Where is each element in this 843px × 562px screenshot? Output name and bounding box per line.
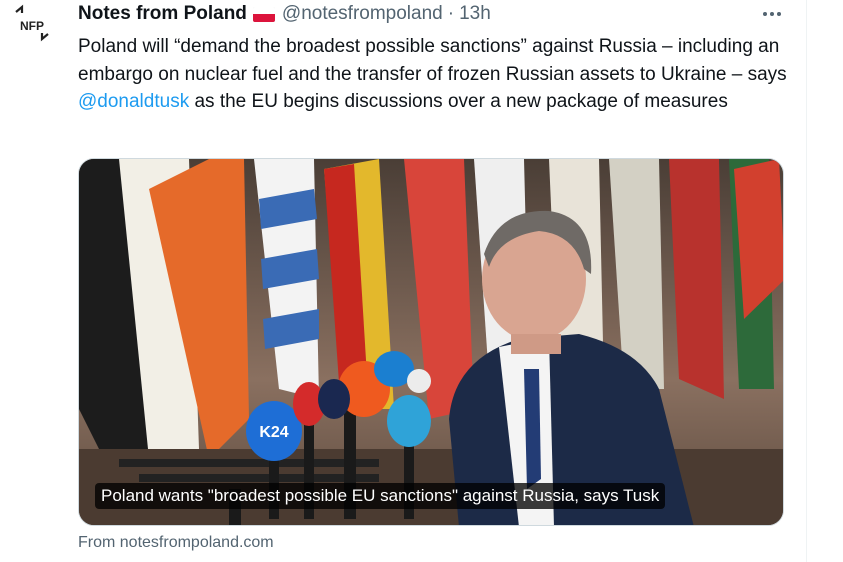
mention-link[interactable]: @donaldtusk: [78, 91, 189, 112]
tweet-text: Poland will “demand the broadest possibl…: [78, 33, 798, 116]
more-icon-dot: [777, 12, 781, 16]
news-photo: K24: [79, 159, 783, 525]
microphone-logo: K24: [259, 424, 288, 441]
media-card[interactable]: K24 Poland wants "broadest possible EU s…: [78, 158, 784, 526]
avatar-text: NFP: [20, 19, 44, 33]
avatar[interactable]: NFP: [10, 4, 54, 48]
more-icon: [763, 12, 767, 16]
nfp-logo: NFP: [15, 4, 49, 42]
tweet-time[interactable]: 13h: [459, 3, 491, 25]
separator: ·: [447, 3, 455, 24]
tweet-header: Notes from Poland @notesfrompoland · 13h: [78, 2, 491, 26]
author-handle[interactable]: @notesfrompoland: [282, 3, 443, 25]
timeline-border: [806, 0, 807, 562]
tweet-text-part: Poland will “demand the broadest possibl…: [78, 36, 787, 85]
tweet-text-part: as the EU begins discussions over a new …: [189, 91, 728, 112]
author-name[interactable]: Notes from Poland: [78, 3, 247, 25]
more-icon-dot: [770, 12, 774, 16]
media-caption: Poland wants "broadest possible EU sanct…: [95, 483, 666, 509]
poland-flag-icon: [252, 6, 275, 22]
source-link[interactable]: From notesfrompoland.com: [78, 534, 274, 552]
more-button[interactable]: [758, 2, 786, 26]
